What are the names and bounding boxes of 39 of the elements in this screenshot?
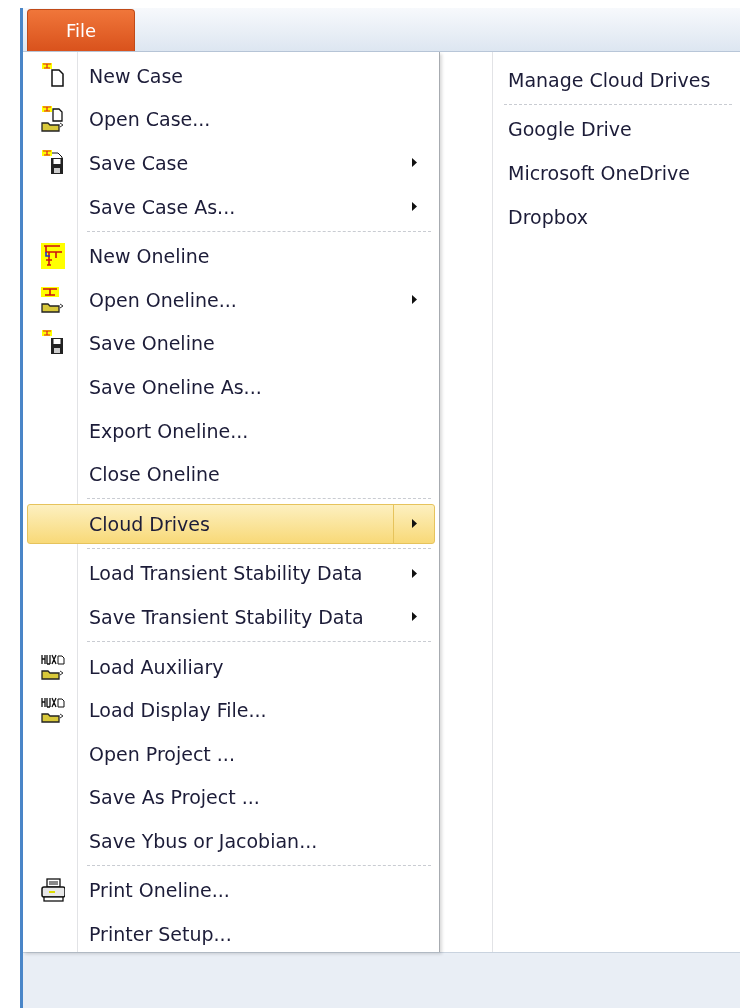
floppy-disk-icon xyxy=(41,150,65,176)
menu-item[interactable]: Save Oneline As... xyxy=(27,367,435,407)
menu-item[interactable]: Open Project ... xyxy=(27,733,435,774)
menu-item[interactable]: Save As Project ... xyxy=(27,777,435,818)
open-folder-icon xyxy=(41,653,65,680)
menu-item[interactable]: Open Case... xyxy=(27,99,435,140)
menu-item[interactable]: Save Transient Stability Data xyxy=(27,597,435,637)
submenu-arrow-icon xyxy=(411,568,417,578)
diagram-icon xyxy=(41,243,65,270)
menu-item[interactable]: Dropbox xyxy=(444,196,736,237)
menu-item[interactable]: New Case xyxy=(27,56,435,96)
menu-item[interactable]: Load Transient Stability Data xyxy=(27,553,435,594)
menu-item[interactable]: Microsoft OneDrive xyxy=(444,153,736,193)
menu-item[interactable]: Close Oneline xyxy=(27,454,435,494)
menu-item[interactable]: Save Case xyxy=(27,143,435,183)
menu-item[interactable]: Export Oneline... xyxy=(27,410,435,451)
menu-item[interactable]: Print Oneline... xyxy=(27,870,435,911)
submenu-arrow-icon xyxy=(411,295,417,305)
menu-item[interactable]: Save Ybus or Jacobian... xyxy=(27,821,435,861)
open-folder-icon xyxy=(41,286,65,313)
floppy-disk-icon xyxy=(41,330,65,357)
printer-icon xyxy=(41,877,65,904)
submenu-arrow-icon xyxy=(411,158,417,168)
menu-item[interactable]: Printer Setup... xyxy=(27,914,435,954)
menu-item[interactable]: New Oneline xyxy=(27,236,435,276)
open-folder-icon xyxy=(41,697,65,724)
menu-item[interactable]: Open Oneline... xyxy=(27,279,435,320)
menu-item[interactable]: Google Drive xyxy=(444,109,736,150)
menu-item[interactable]: Load Auxiliary xyxy=(27,646,435,687)
menu-item[interactable]: Load Display File... xyxy=(27,690,435,730)
menu-item[interactable]: Save Case As... xyxy=(27,186,435,227)
open-folder-icon xyxy=(41,106,65,133)
menu-item[interactable]: Save Oneline xyxy=(27,323,435,364)
submenu-arrow-icon xyxy=(411,519,417,529)
submenu-arrow-icon xyxy=(411,202,417,212)
menu-item[interactable]: Cloud Drives xyxy=(27,503,435,544)
menu-item[interactable]: Manage Cloud Drives xyxy=(444,60,736,100)
document-icon xyxy=(41,62,65,89)
submenu-arrow-icon xyxy=(411,612,417,622)
